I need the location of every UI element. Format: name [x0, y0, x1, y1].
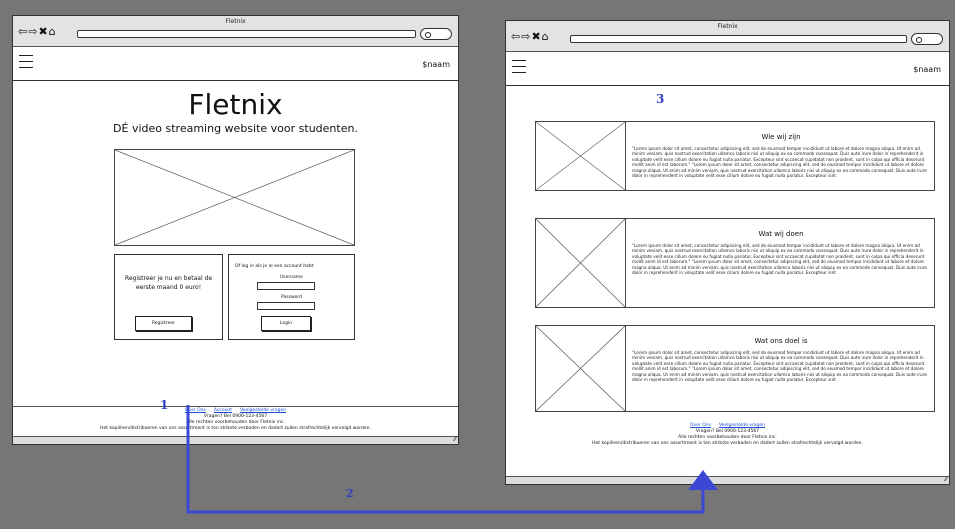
window-title: Fletnix: [225, 18, 246, 25]
card-image-placeholder: [536, 122, 626, 190]
brand-title: Fletnix: [188, 88, 283, 121]
hamburger-menu-icon[interactable]: [512, 60, 526, 73]
close-icon[interactable]: ✖: [531, 31, 541, 43]
card-image-placeholder: [536, 326, 626, 411]
browser-titlebar: Fletnix ⇦⇨✖⌂: [506, 21, 949, 52]
login-intro-text: Of log in als je al een account hebt: [235, 264, 314, 269]
footer-link-account[interactable]: Account: [214, 408, 232, 413]
back-arrow-icon[interactable]: ⇦: [511, 31, 521, 43]
hamburger-menu-icon[interactable]: [19, 55, 33, 68]
browser-window-home: Fletnix ⇦⇨✖⌂ $naam Fletnix DÉ video stre…: [12, 15, 459, 445]
about-card-what: Wat wij doen "Lorem ipsum dolor sit amet…: [535, 218, 935, 308]
footer-copyright: Het kopiëren/distribueren van ons assort…: [592, 441, 863, 446]
page-header: $naam: [506, 52, 949, 86]
browser-window-about: Fletnix ⇦⇨✖⌂ $naam Wie wij zijn "Lorem i…: [505, 20, 950, 485]
password-input[interactable]: [257, 302, 315, 310]
card-body: Wie wij zijn "Lorem ipsum dolor sit amet…: [632, 122, 930, 190]
login-panel: Of log in als je al een account hebt Use…: [228, 254, 355, 340]
register-panel: Registreer je nu en betaal de eerste maa…: [114, 254, 223, 340]
page-footer: Over Ons Veelgestelde vragen Vragen? Bel …: [506, 423, 949, 447]
address-bar[interactable]: [77, 30, 416, 38]
login-button[interactable]: Login: [261, 316, 311, 331]
footer-link-over-ons[interactable]: Over Ons: [185, 408, 206, 413]
window-title: Fletnix: [717, 23, 738, 30]
home-icon[interactable]: ⌂: [542, 31, 550, 43]
card-title: Wat ons doel is: [754, 337, 808, 345]
browser-nav: ⇦⇨✖⌂: [511, 31, 550, 43]
home-icon[interactable]: ⌂: [49, 26, 57, 38]
username-label: Username: [280, 275, 303, 280]
page-footer: Over Ons Account Veelgestelde vragen Vrage…: [13, 406, 458, 432]
page-header: $naam: [13, 47, 458, 81]
register-button[interactable]: Registreer: [135, 316, 192, 331]
card-title: Wie wij zijn: [761, 133, 801, 141]
footer-copyright: Het kopiëren/distribueren van ons assort…: [100, 426, 371, 431]
card-title: Wat wij doen: [758, 230, 804, 238]
card-text: "Lorem ipsum dolor sit amet, consectetur…: [632, 350, 927, 383]
footer-link-faq[interactable]: Veelgestelde vragen: [240, 408, 286, 413]
resize-grip-icon[interactable]: ⁄⁄: [945, 476, 947, 484]
card-text: "Lorem ipsum dolor sit amet, consectetur…: [632, 243, 927, 276]
annotation-step-2: 2: [346, 487, 354, 500]
username-link[interactable]: $naam: [422, 60, 450, 69]
username-input[interactable]: [257, 282, 315, 290]
about-card-who: Wie wij zijn "Lorem ipsum dolor sit amet…: [535, 121, 935, 191]
card-text: "Lorem ipsum dolor sit amet, consectetur…: [632, 146, 927, 179]
status-bar: ⁄⁄: [506, 476, 949, 484]
username-link[interactable]: $naam: [913, 65, 941, 74]
search-pill[interactable]: [420, 28, 452, 40]
brand-tagline: DÉ video streaming website voor studente…: [113, 122, 358, 135]
forward-arrow-icon[interactable]: ⇨: [28, 26, 38, 38]
card-image-placeholder: [536, 219, 626, 307]
address-bar[interactable]: [570, 35, 907, 43]
footer-link-faq[interactable]: Veelgestelde vragen: [719, 423, 765, 428]
annotation-step-1: 1: [160, 398, 169, 412]
browser-nav: ⇦⇨✖⌂: [18, 26, 57, 38]
password-label: Password: [280, 295, 303, 300]
footer-link-over-ons[interactable]: Over Ons: [690, 423, 711, 428]
back-arrow-icon[interactable]: ⇦: [18, 26, 28, 38]
resize-grip-icon[interactable]: ⁄⁄: [454, 436, 456, 444]
hero-image-placeholder: [114, 149, 355, 246]
register-text: Registreer je nu en betaal de eerste maa…: [124, 275, 213, 291]
annotation-step-3: 3: [656, 92, 665, 106]
browser-titlebar: Fletnix ⇦⇨✖⌂: [13, 16, 458, 47]
status-bar: ⁄⁄: [13, 436, 458, 444]
about-card-goal: Wat ons doel is "Lorem ipsum dolor sit a…: [535, 325, 935, 412]
card-body: Wat wij doen "Lorem ipsum dolor sit amet…: [632, 219, 930, 307]
close-icon[interactable]: ✖: [38, 26, 48, 38]
forward-arrow-icon[interactable]: ⇨: [521, 31, 531, 43]
card-body: Wat ons doel is "Lorem ipsum dolor sit a…: [632, 326, 930, 411]
search-pill[interactable]: [911, 33, 943, 45]
